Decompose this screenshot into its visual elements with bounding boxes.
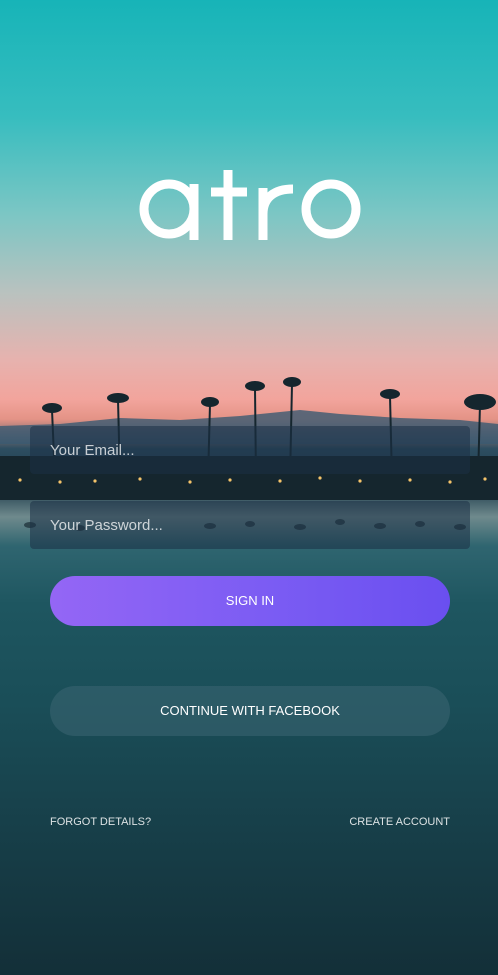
login-screen: atro SIGN IN CONTINUE WITH FACEBOOK FORG…	[0, 0, 498, 975]
atro-logo: atro	[139, 170, 361, 240]
sign-in-button[interactable]: SIGN IN	[50, 576, 450, 626]
email-input[interactable]	[30, 426, 470, 474]
password-input[interactable]	[30, 501, 470, 549]
continue-with-facebook-button[interactable]: CONTINUE WITH FACEBOOK	[50, 686, 450, 736]
forgot-details-link[interactable]: FORGOT DETAILS?	[50, 816, 151, 828]
create-account-link[interactable]: CREATE ACCOUNT	[349, 816, 450, 828]
city-lights	[18, 476, 487, 484]
